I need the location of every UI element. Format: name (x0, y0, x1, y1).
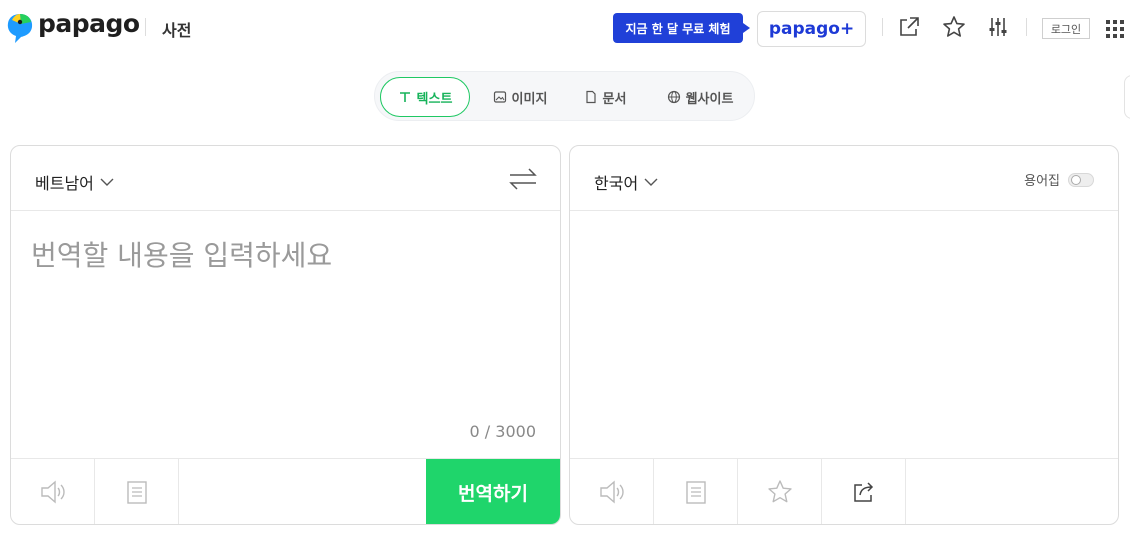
target-copy-button[interactable] (654, 459, 738, 524)
target-language-label: 한국어 (594, 174, 639, 193)
source-panel-footer: 번역하기 (11, 458, 560, 524)
target-panel-footer (570, 458, 1118, 524)
settings-sliders-icon[interactable] (985, 14, 1011, 40)
source-listen-button[interactable] (11, 459, 95, 524)
side-panel-handle[interactable] (1124, 75, 1130, 119)
source-language-label: 베트남어 (35, 174, 94, 193)
source-language-select[interactable]: 베트남어 (35, 170, 114, 194)
tab-document-label: 문서 (602, 91, 627, 107)
target-favorite-button[interactable] (738, 459, 822, 524)
tab-text-label: 텍스트 (416, 91, 453, 107)
chevron-down-icon (644, 178, 658, 186)
external-link-icon[interactable] (896, 14, 922, 40)
document-icon (585, 90, 596, 104)
dictionary-link[interactable]: 사전 (162, 17, 191, 41)
copy-icon (126, 481, 147, 504)
header-divider (1026, 18, 1027, 36)
source-text-input[interactable] (31, 234, 531, 394)
header-divider (145, 18, 146, 36)
tab-document[interactable]: 문서 (570, 77, 640, 117)
source-panel: 베트남어 0 / 3000 번역하기 (10, 145, 561, 525)
speaker-icon (40, 480, 65, 504)
image-icon (493, 91, 506, 103)
tab-image-label: 이미지 (511, 91, 548, 107)
papago-logo-icon[interactable] (6, 12, 34, 44)
speaker-icon (599, 480, 624, 504)
character-counter: 0 / 3000 (469, 422, 536, 441)
tab-text[interactable]: 텍스트 (380, 77, 470, 117)
logo-text[interactable]: papago (38, 9, 140, 38)
target-panel: 한국어 용어집 (569, 145, 1119, 525)
header-divider (882, 18, 883, 36)
tab-image[interactable]: 이미지 (475, 77, 565, 117)
chevron-down-icon (100, 178, 114, 186)
toggle-knob (1071, 174, 1081, 185)
target-share-button[interactable] (822, 459, 906, 524)
glossary-toggle[interactable]: 용어집 (1024, 170, 1094, 189)
translate-button[interactable]: 번역하기 (426, 459, 560, 524)
apps-grid-icon[interactable] (1106, 20, 1124, 38)
star-icon (767, 480, 792, 503)
copy-icon (685, 481, 706, 504)
tab-website-label: 웹사이트 (685, 91, 734, 107)
promo-badge[interactable]: 지금 한 달 무료 체험 (613, 13, 750, 43)
target-listen-button[interactable] (570, 459, 654, 524)
share-icon (853, 482, 873, 502)
target-language-select[interactable]: 한국어 (594, 170, 658, 194)
toggle-switch[interactable] (1068, 172, 1094, 187)
star-icon[interactable] (941, 14, 967, 40)
glossary-label: 용어집 (1024, 174, 1060, 189)
globe-icon (667, 90, 680, 104)
target-panel-header: 한국어 용어집 (570, 146, 1118, 211)
header: papago 사전 지금 한 달 무료 체험 papago+ 로그인 (0, 0, 1130, 56)
login-button[interactable]: 로그인 (1042, 18, 1090, 39)
swap-languages-icon[interactable] (508, 166, 538, 192)
source-panel-header: 베트남어 (11, 146, 560, 211)
text-icon (399, 92, 410, 102)
tab-website[interactable]: 웹사이트 (650, 77, 750, 117)
source-copy-button[interactable] (95, 459, 179, 524)
mode-tabs: 텍스트 이미지 문서 웹사이트 (374, 71, 755, 121)
papago-plus-button[interactable]: papago+ (757, 11, 866, 47)
